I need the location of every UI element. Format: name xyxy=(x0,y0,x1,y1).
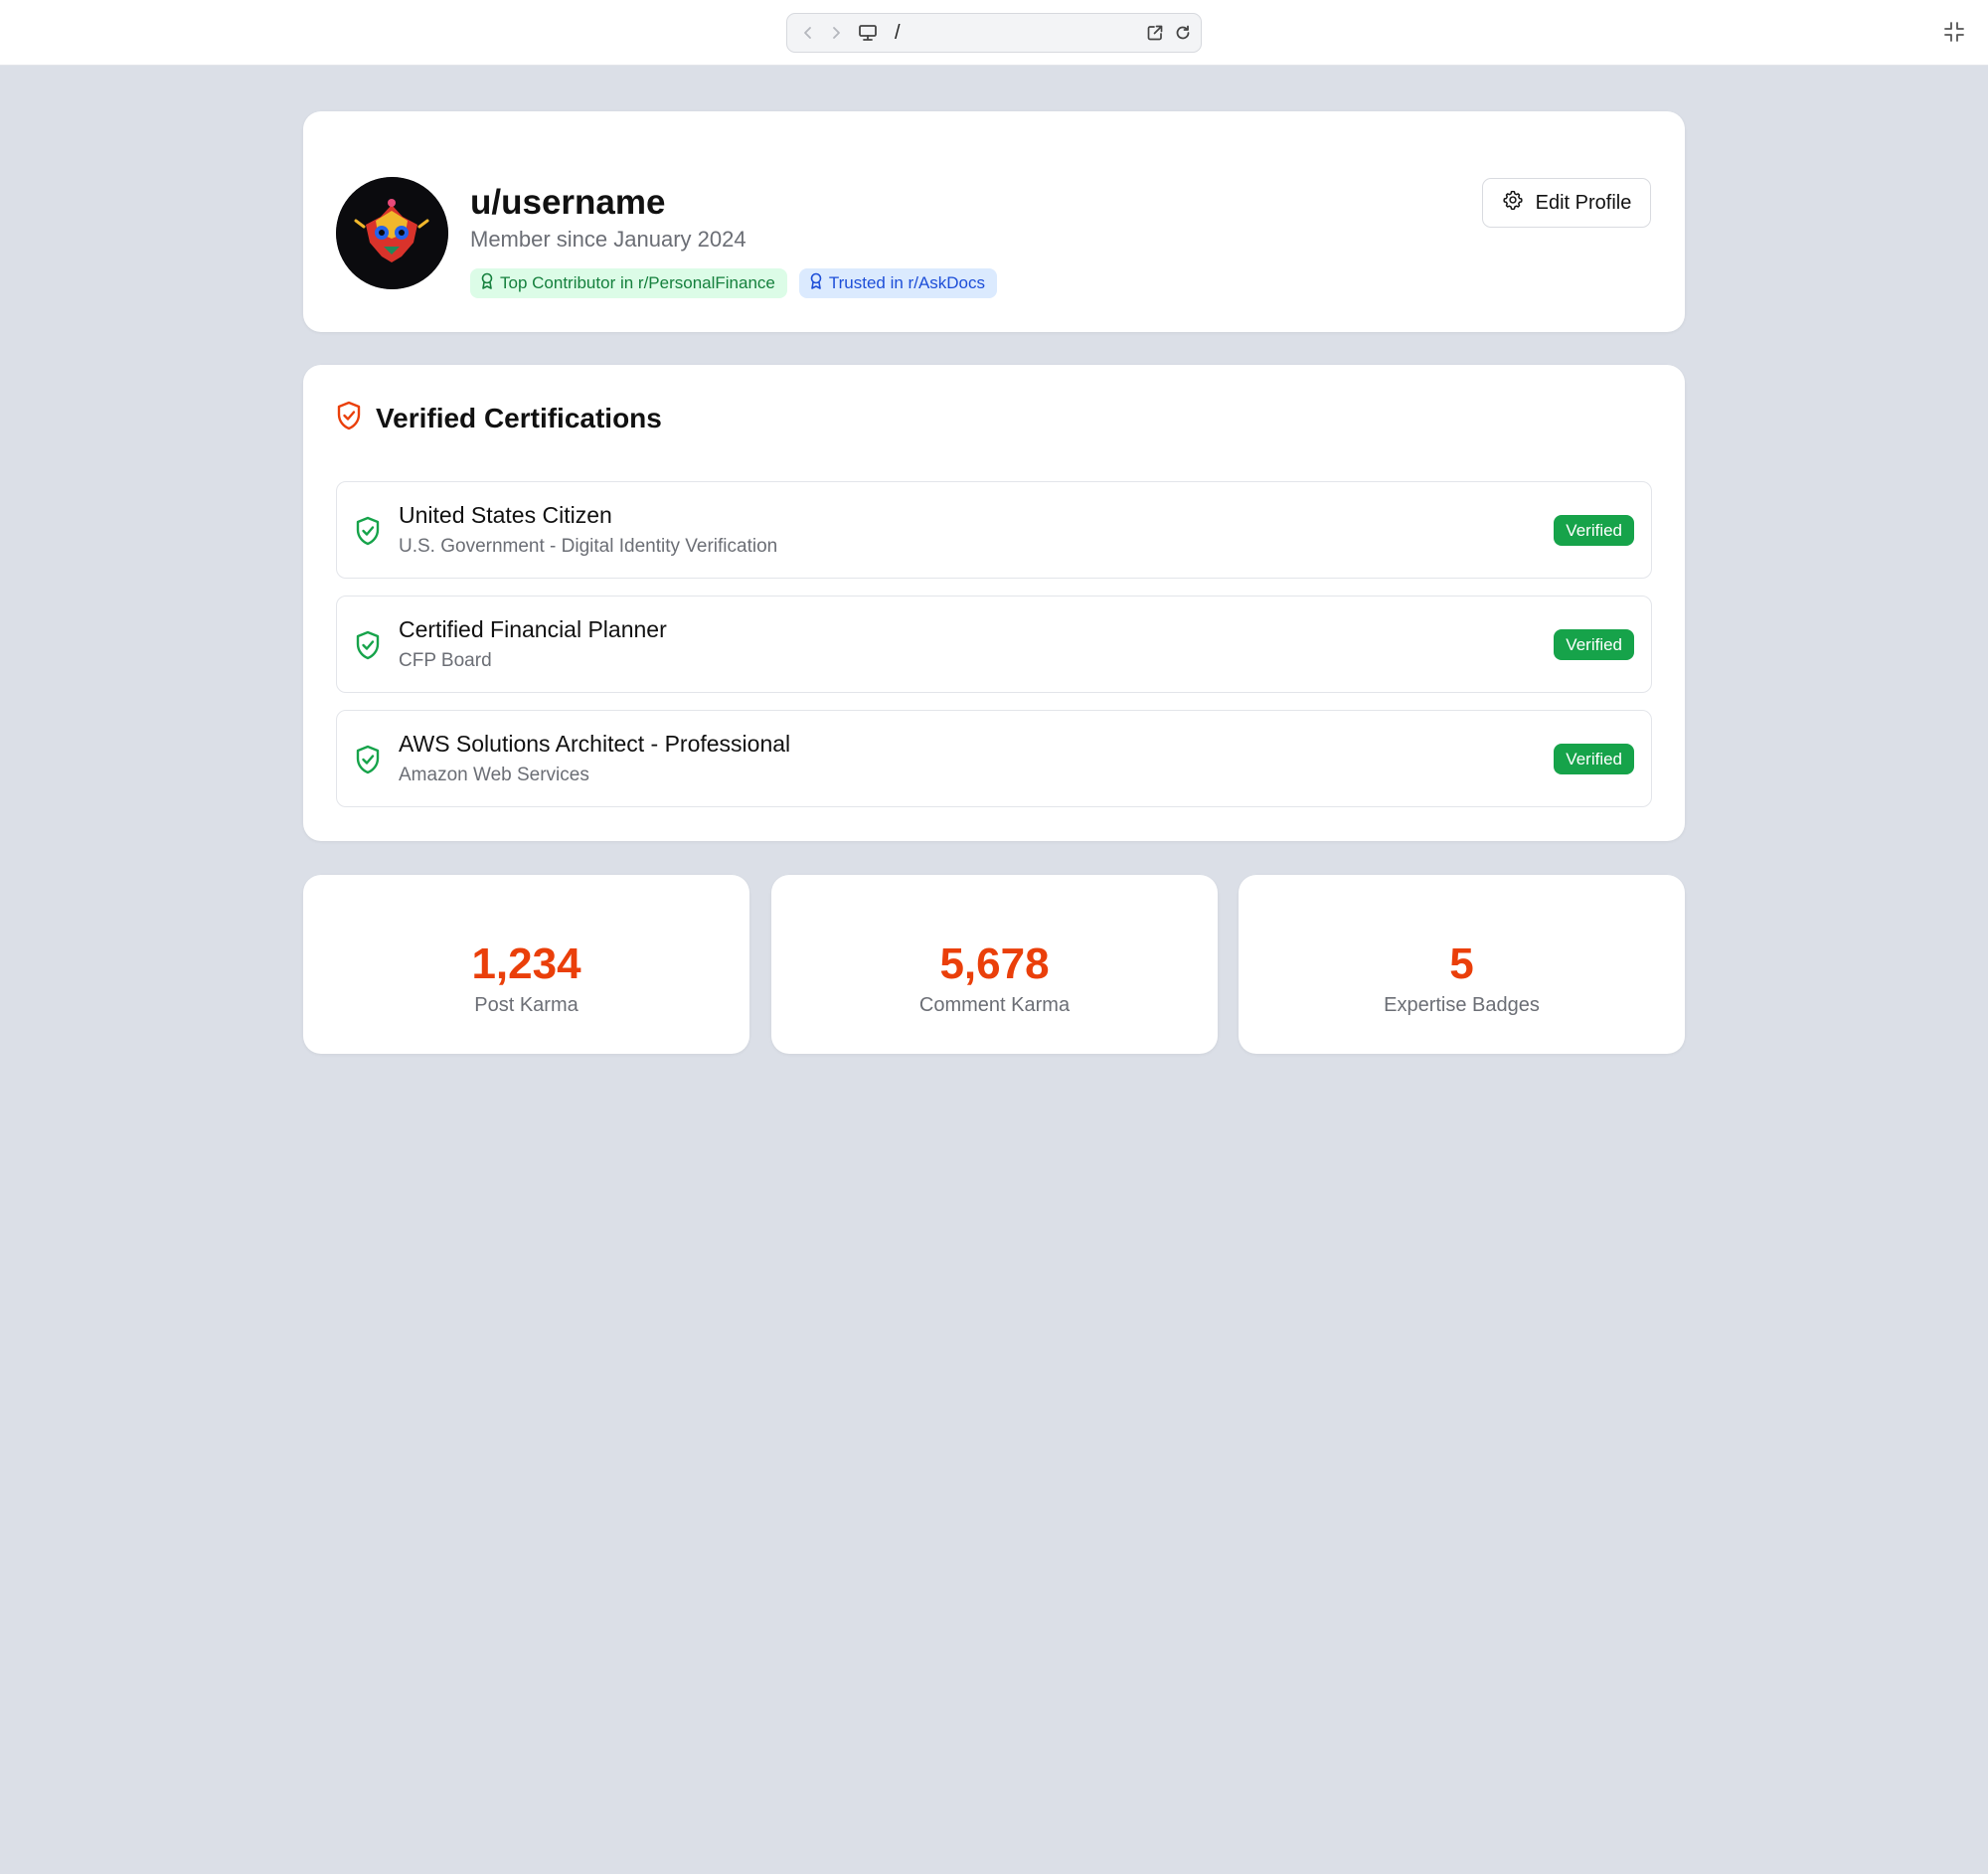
stat-expertise-badges: 5 Expertise Badges xyxy=(1239,875,1685,1054)
browser-toolbar: / xyxy=(0,0,1988,66)
certification-item[interactable]: Certified Financial Planner CFP Board Ve… xyxy=(336,596,1652,693)
badge-top-contributor[interactable]: Top Contributor in r/PersonalFinance xyxy=(470,268,787,298)
stat-label: Comment Karma xyxy=(918,994,1071,1016)
shield-check-icon xyxy=(355,745,381,774)
award-icon xyxy=(809,272,823,295)
certification-item[interactable]: AWS Solutions Architect - Professional A… xyxy=(336,710,1652,807)
open-external-icon[interactable] xyxy=(1144,14,1166,52)
stat-value: 5 xyxy=(1449,939,1474,988)
certification-name: AWS Solutions Architect - Professional xyxy=(399,731,791,757)
stat-label: Post Karma xyxy=(474,994,579,1016)
edit-profile-label: Edit Profile xyxy=(1535,191,1632,214)
profile-card: u/username Member since January 2024 Top… xyxy=(303,111,1685,332)
stat-label: Expertise Badges xyxy=(1384,994,1540,1016)
verified-badge: Verified xyxy=(1554,629,1634,660)
certifications-heading: Verified Certifications xyxy=(336,401,662,435)
shield-check-icon xyxy=(336,401,362,435)
edit-profile-button[interactable]: Edit Profile xyxy=(1482,178,1651,228)
exit-fullscreen-icon[interactable] xyxy=(1940,18,1968,46)
stat-comment-karma: 5,678 Comment Karma xyxy=(771,875,1218,1054)
shield-check-icon xyxy=(355,630,381,660)
back-icon[interactable] xyxy=(799,14,817,52)
stat-post-karma: 1,234 Post Karma xyxy=(303,875,749,1054)
stat-value: 1,234 xyxy=(471,939,581,988)
address-bar[interactable]: / xyxy=(786,13,1202,53)
certification-name: United States Citizen xyxy=(399,502,612,528)
badge-label: Top Contributor in r/PersonalFinance xyxy=(500,273,775,292)
gear-icon xyxy=(1502,189,1524,217)
url-path[interactable]: / xyxy=(895,14,901,52)
member-since: Member since January 2024 xyxy=(470,227,746,252)
verified-badge: Verified xyxy=(1554,515,1634,546)
certification-name: Certified Financial Planner xyxy=(399,616,667,642)
avatar[interactable] xyxy=(336,177,448,289)
certification-issuer: U.S. Government - Digital Identity Verif… xyxy=(399,536,778,557)
certification-item[interactable]: United States Citizen U.S. Government - … xyxy=(336,481,1652,579)
badge-label: Trusted in r/AskDocs xyxy=(828,273,986,292)
certifications-title: Verified Certifications xyxy=(376,402,662,433)
shield-check-icon xyxy=(355,516,381,546)
award-icon xyxy=(480,272,494,295)
username: u/username xyxy=(470,183,666,222)
forward-icon[interactable] xyxy=(827,14,845,52)
monitor-icon[interactable] xyxy=(856,14,880,52)
certification-issuer: CFP Board xyxy=(399,650,492,671)
certification-issuer: Amazon Web Services xyxy=(399,765,589,785)
verified-badge: Verified xyxy=(1554,744,1634,774)
reload-icon[interactable] xyxy=(1172,14,1194,52)
badge-list: Top Contributor in r/PersonalFinance Tru… xyxy=(470,268,998,298)
badge-trusted[interactable]: Trusted in r/AskDocs xyxy=(798,268,998,298)
stat-value: 5,678 xyxy=(939,939,1050,988)
certifications-card: Verified Certifications United States Ci… xyxy=(303,365,1685,841)
